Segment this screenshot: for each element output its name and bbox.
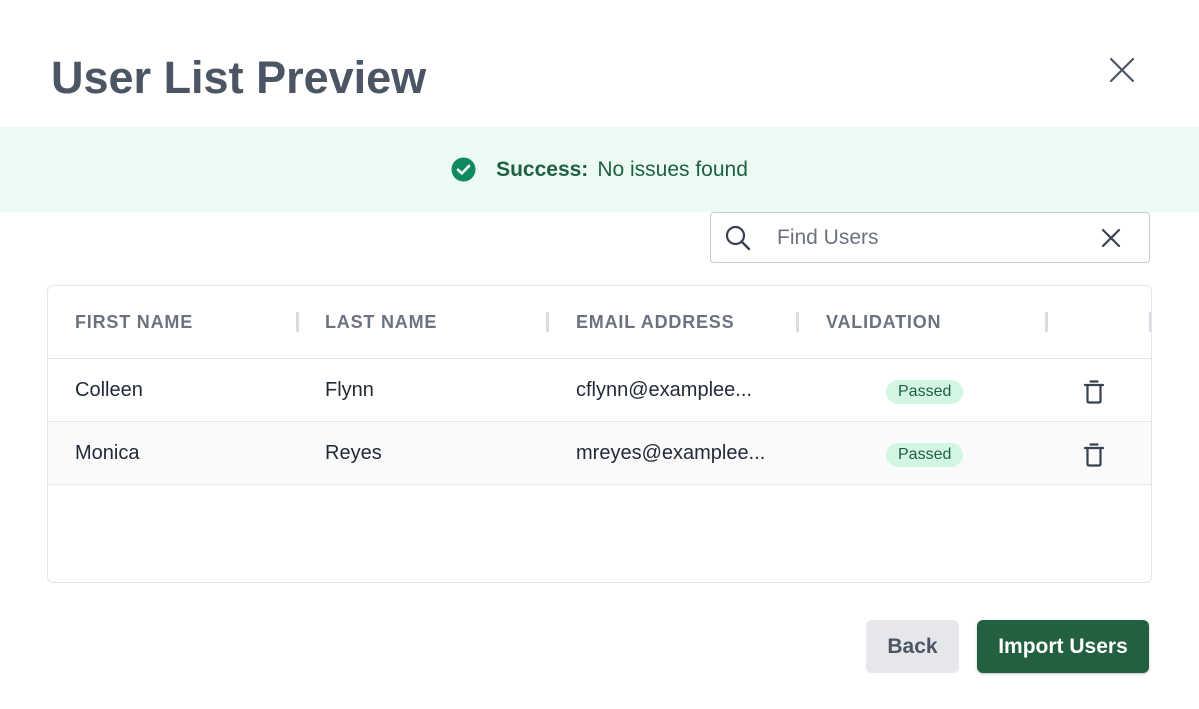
dialog-title: User List Preview xyxy=(51,52,427,103)
search-icon xyxy=(725,225,751,251)
cell-last-name: Reyes xyxy=(325,442,382,464)
banner-message: No issues found xyxy=(597,157,748,181)
banner-label: Success: xyxy=(496,157,589,181)
close-icon xyxy=(1109,57,1135,83)
table-header: FIRST NAME LAST NAME EMAIL ADDRESS VALID… xyxy=(48,286,1151,359)
column-resize-handle[interactable] xyxy=(1149,312,1151,332)
clear-search-icon[interactable] xyxy=(1099,226,1123,250)
back-button[interactable]: Back xyxy=(866,620,959,673)
trash-icon xyxy=(1084,380,1104,404)
delete-row-button[interactable] xyxy=(1084,443,1104,467)
check-circle-icon xyxy=(451,157,476,182)
table-row[interactable]: Colleen Flynn cflynn@examplee... Passed xyxy=(48,359,1151,422)
cell-email: cflynn@examplee... xyxy=(576,379,752,401)
column-header-email-address[interactable]: EMAIL ADDRESS xyxy=(576,286,734,358)
column-resize-handle[interactable] xyxy=(1045,312,1048,332)
import-users-button[interactable]: Import Users xyxy=(977,620,1149,673)
trash-icon xyxy=(1084,443,1104,467)
cell-email: mreyes@examplee... xyxy=(576,442,766,464)
column-header-first-name[interactable]: FIRST NAME xyxy=(75,286,193,358)
users-table: FIRST NAME LAST NAME EMAIL ADDRESS VALID… xyxy=(47,285,1152,583)
column-resize-handle[interactable] xyxy=(296,312,299,332)
search-box xyxy=(710,212,1150,263)
validation-status-badge: Passed xyxy=(886,380,964,404)
search-input[interactable] xyxy=(777,223,1077,253)
cell-first-name: Colleen xyxy=(75,379,143,401)
success-banner: Success: No issues found xyxy=(0,127,1199,212)
delete-row-button[interactable] xyxy=(1084,380,1104,404)
user-list-preview-dialog: User List Preview Success: No issues fou… xyxy=(0,0,1199,709)
table-row[interactable]: Monica Reyes mreyes@examplee... Passed xyxy=(48,422,1151,485)
cell-first-name: Monica xyxy=(75,442,140,464)
column-resize-handle[interactable] xyxy=(546,312,549,332)
cell-last-name: Flynn xyxy=(325,379,374,401)
column-header-last-name[interactable]: LAST NAME xyxy=(325,286,437,358)
column-header-validation[interactable]: VALIDATION xyxy=(826,286,941,358)
column-resize-handle[interactable] xyxy=(796,312,799,332)
validation-status-badge: Passed xyxy=(886,443,964,467)
close-button[interactable] xyxy=(1102,50,1142,90)
